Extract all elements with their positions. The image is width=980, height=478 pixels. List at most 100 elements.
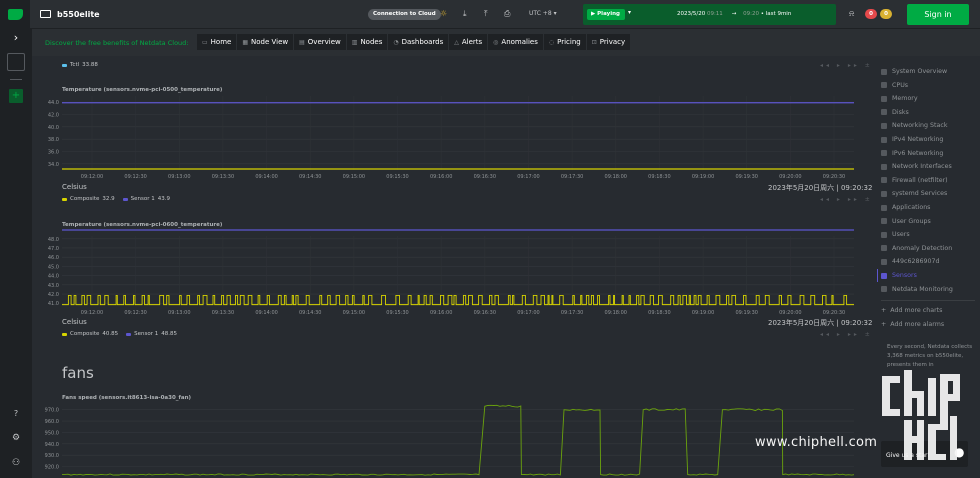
sidebar-item-label: Network Interfaces [892,163,952,171]
grid-icon: ▦ [242,38,249,46]
section-icon [881,272,887,279]
tab-label: Node View [251,38,289,46]
alert-badge-critical[interactable]: 0 [865,9,877,19]
sidebar-item[interactable]: System Overview [881,68,947,75]
sidebar-item[interactable]: Netdata Monitoring [881,286,953,293]
legend-name: Sensor 1 [134,331,159,337]
sidebar-item[interactable]: Disks [881,109,909,116]
tab-pricing[interactable]: ◌ Pricing [543,34,587,50]
netdata-logo[interactable] [0,0,30,29]
sidebar-item[interactable]: IPv6 Networking [881,150,943,157]
watermark-logo [882,370,960,460]
x-tick-label: 09:13:00 [168,174,190,180]
sidebar-item[interactable]: User Groups [881,218,931,225]
nodes-icon: ▥ [351,38,358,46]
add-charts-label: Add more charts [890,307,943,314]
x-tick-label: 09:14:00 [255,310,277,316]
playback-panel: ▶ Playing ▾ 2023/5/20 09:11 → 09:20 • la… [583,4,836,25]
lightbulb-icon[interactable]: ☼ [440,9,447,18]
playing-button[interactable]: ▶ Playing [587,9,625,20]
sidebar-item[interactable]: Anomaly Detection [881,245,952,252]
x-tick-label: 09:12:30 [124,310,146,316]
add-space-button[interactable]: + [9,89,23,103]
sidebar-item[interactable]: Applications [881,204,930,211]
sidebar-item[interactable]: Network Interfaces [881,163,952,170]
x-tick-label: 09:19:00 [692,174,714,180]
fans-speed-chart[interactable]: 920.0 930.0 940.0 950.0 960.0 970.0 [32,400,872,478]
sidebar-item[interactable]: Firewall (netfilter) [881,177,948,184]
print-icon[interactable]: ⎙ [504,9,510,19]
sidebar-item[interactable]: Users [881,231,910,238]
chart-unit: Celsius [62,318,87,326]
x-tick-label: 09:17:00 [517,310,539,316]
section-icon [881,95,887,102]
hostname: b550elite [57,9,100,19]
sidebar-item[interactable]: Networking Stack [881,122,947,129]
nvme2-temperature-chart[interactable]: 41.0 42.0 43.0 44.0 45.0 46.0 47.0 48.0 09:12:00… [32,228,872,318]
tab-overview[interactable]: ▤ Overview [294,34,347,50]
add-more-charts-link[interactable]: + Add more charts [881,307,942,314]
alert-badge-warning[interactable]: 0 [880,9,892,19]
chart-legend: Composite 32.9 Sensor 1 43.9 [62,196,178,202]
cloud-tabs: ▭ Home ▦ Node View ▤ Overview ▥ Nodes ◔ Dashb… [197,34,632,50]
tab-label: Pricing [557,38,581,46]
sidebar-item[interactable]: 449c6286907d [881,258,940,265]
x-tick-label: 09:16:30 [474,174,496,180]
alert-bell-icon: △ [454,38,459,46]
tab-label: Alerts [461,38,483,46]
add-more-alarms-link[interactable]: + Add more alarms [881,321,944,328]
y-tick-label: 41.0 [48,301,59,307]
sign-in-button[interactable]: Sign in [907,4,969,25]
playing-label: Playing [597,11,620,17]
tab-privacy[interactable]: ⊡ Privacy [586,34,632,50]
tab-anomalies[interactable]: ◎ Anomalies [488,34,544,50]
time-range[interactable]: 2023/5/20 09:11 → 09:20 • last 9min [677,11,791,17]
tab-nodes[interactable]: ▥ Nodes [346,34,389,50]
section-icon [881,136,887,143]
legend-swatch [126,332,132,336]
sidebar-item[interactable]: Memory [881,95,918,102]
settings-gear-icon[interactable]: ⚙ [8,433,24,443]
space-placeholder[interactable] [7,53,25,71]
section-icon [881,150,887,157]
hostname-selector[interactable]: b550elite [40,10,100,19]
x-tick-label: 09:20:00 [779,310,801,316]
x-tick-label: 09:14:30 [299,174,321,180]
y-tick-label: 38.0 [48,137,59,143]
sidebar-item-label: System Overview [892,68,948,75]
tab-home[interactable]: ▭ Home [197,34,238,50]
tab-alerts[interactable]: △ Alerts [449,34,489,50]
x-tick-label: 09:17:30 [561,310,583,316]
section-icon [881,204,887,211]
legend-swatch [62,332,67,336]
tab-node-view[interactable]: ▦ Node View [237,34,295,50]
y-tick-label: 36.0 [48,150,59,156]
sidebar-item[interactable]: CPUs [881,82,908,89]
timezone-selector[interactable]: UTC +8 ▾ [529,10,557,17]
last-duration: • last 9min [760,11,792,17]
watermark-text: www.chiphell.com [755,435,878,450]
connection-to-cloud-button[interactable]: Connection to Cloud [368,9,441,20]
bell-icon[interactable]: ⍾ [849,9,854,19]
sidebar-item[interactable]: systemd Services [881,190,947,197]
date-label: 2023/5/20 [677,11,706,17]
expand-chevron-icon[interactable]: › [8,31,24,44]
sidebar-item-label: Disks [892,108,909,116]
tab-dashboards[interactable]: ◔ Dashboards [388,34,450,50]
section-icon [881,177,887,184]
upload-icon[interactable]: ⤒ [484,9,488,19]
sidebar-item-label: Networking Stack [892,122,948,130]
tctl-legend: Tctl 33.88 [62,62,106,68]
help-icon[interactable]: ? [8,409,24,418]
y-tick-label: 930.0 [45,453,59,459]
download-icon[interactable]: ⤓ [463,9,467,19]
tab-label: Nodes [360,38,383,46]
sidebar-item[interactable]: Sensors [881,272,917,279]
nvme1-temperature-chart[interactable]: 34.0 36.0 38.0 40.0 42.0 44.0 09:12:00 09:12:30… [32,92,872,182]
tab-label: Home [210,38,232,46]
play-options-chevron-icon[interactable]: ▾ [628,9,631,16]
user-icon[interactable]: ⚇ [8,458,24,468]
x-tick-label: 09:18:00 [605,310,627,316]
sidebar-item[interactable]: IPv4 Networking [881,136,943,143]
section-icon [881,109,887,116]
